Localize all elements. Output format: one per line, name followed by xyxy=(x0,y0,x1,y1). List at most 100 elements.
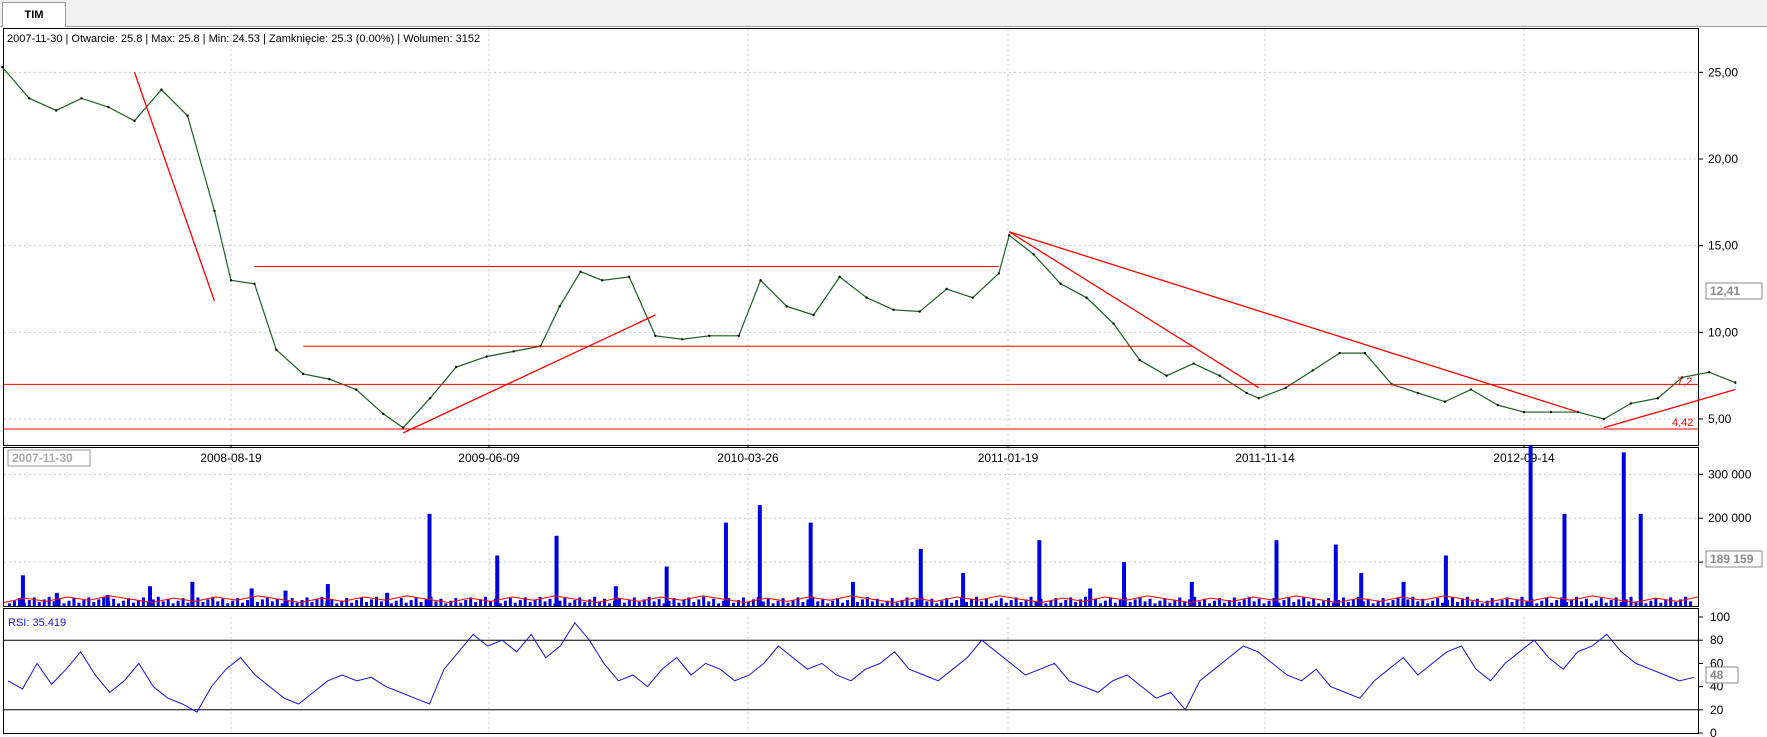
volume-bar xyxy=(459,602,463,606)
info-line: 2007-11-30 | Otwarcie: 25.8 | Max: 25.8 … xyxy=(7,33,480,45)
volume-bar xyxy=(270,601,274,606)
volume-bar xyxy=(1307,601,1311,606)
volume-bar xyxy=(300,600,304,606)
volume-bar xyxy=(652,601,656,606)
price-y-tick-label: 5,00 xyxy=(1708,412,1732,426)
volume-bar xyxy=(712,598,716,606)
rsi-title: RSI: 35.419 xyxy=(8,617,66,629)
volume-bar xyxy=(87,597,91,606)
price-panel-frame xyxy=(3,28,1699,446)
volume-bar xyxy=(568,602,572,606)
price-point xyxy=(997,272,1001,275)
volume-bar xyxy=(283,590,288,606)
volume-bar xyxy=(1515,599,1519,606)
volume-bar xyxy=(1168,602,1172,606)
volume-bar xyxy=(1282,600,1286,606)
volume-bar xyxy=(350,602,354,606)
volume-bar xyxy=(1480,603,1484,606)
price-point xyxy=(455,365,458,369)
volume-bar xyxy=(613,586,618,606)
volume-bar xyxy=(97,599,101,606)
volume-bar xyxy=(315,599,319,606)
price-point xyxy=(1059,282,1062,285)
volume-bar xyxy=(538,596,542,606)
volume-bar xyxy=(72,598,76,606)
volume-bar xyxy=(1406,599,1410,606)
volume-bar xyxy=(1638,513,1643,606)
volume-bar xyxy=(984,598,988,606)
volume-bar xyxy=(664,566,669,606)
volume-bar xyxy=(1525,601,1529,606)
volume-bar xyxy=(255,602,259,606)
volume-bar xyxy=(236,598,240,606)
volume-bar xyxy=(484,596,488,606)
volume-bar xyxy=(1059,602,1063,606)
volume-bar xyxy=(915,599,919,606)
rsi-y-tick-label: 80 xyxy=(1710,633,1724,647)
volume-bar xyxy=(1297,599,1301,606)
volume-bar xyxy=(1443,555,1448,606)
volume-bar xyxy=(419,602,423,606)
rsi-panel-frame xyxy=(3,608,1699,734)
volume-bar xyxy=(831,600,835,606)
price-point xyxy=(401,426,405,429)
volume-bar xyxy=(1093,598,1097,606)
volume-bar xyxy=(632,597,636,606)
chart-canvas[interactable]: 2007-11-30 | Otwarcie: 25.8 | Max: 25.8 … xyxy=(0,27,1767,737)
price-point xyxy=(681,338,684,341)
volume-bar xyxy=(528,602,532,606)
price-y-tick-label: 15,00 xyxy=(1708,239,1738,253)
volume-bar xyxy=(761,601,765,606)
volume-bar xyxy=(563,598,567,606)
cursor-date-label: 2007-11-30 xyxy=(12,451,73,465)
volume-bar xyxy=(360,597,364,606)
price-point xyxy=(1602,417,1606,421)
volume-bar xyxy=(1589,603,1593,606)
volume-bar xyxy=(1004,602,1008,606)
volume-bar xyxy=(994,600,998,606)
volume-bar xyxy=(444,603,448,606)
price-point xyxy=(1443,400,1447,403)
volume-bar xyxy=(1475,598,1479,606)
volume-bar xyxy=(404,602,408,606)
price-point xyxy=(253,282,256,285)
volume-bar xyxy=(1333,544,1338,606)
tab-bar: TIM xyxy=(0,0,1767,27)
volume-bar xyxy=(20,575,25,606)
tab-tim[interactable]: TIM xyxy=(2,2,66,27)
volume-bar xyxy=(190,581,195,606)
volume-bar xyxy=(1659,602,1663,606)
volume-bar xyxy=(1614,597,1618,606)
volume-bar xyxy=(940,600,944,606)
volume-bar xyxy=(295,602,299,606)
volume-bar xyxy=(62,603,66,606)
volume-bar xyxy=(1317,603,1321,606)
volume-bar xyxy=(117,603,121,606)
price-point xyxy=(229,279,233,282)
price-point xyxy=(512,350,515,353)
volume-bar xyxy=(280,603,284,606)
volume-bar xyxy=(1274,540,1279,606)
price-point xyxy=(428,397,432,400)
volume-bar xyxy=(495,555,500,606)
volume-bar xyxy=(1562,513,1567,606)
volume-bar xyxy=(637,602,641,606)
volume-bar xyxy=(1019,602,1023,606)
volume-bar xyxy=(1098,603,1102,606)
volume-bar xyxy=(1555,600,1559,606)
volume-bar xyxy=(1292,602,1296,606)
volume-bar xyxy=(677,602,681,606)
volume-bar xyxy=(543,601,547,606)
volume-bar xyxy=(578,597,582,606)
volume-bar xyxy=(176,600,180,606)
volume-bar xyxy=(1178,597,1182,606)
volume-bar xyxy=(816,601,820,606)
price-point xyxy=(1085,296,1088,299)
volume-bar xyxy=(965,602,969,606)
volume-bar xyxy=(1037,540,1042,606)
volume-bar xyxy=(1684,596,1688,606)
volume-bar xyxy=(1143,601,1147,606)
volume-bar xyxy=(355,600,359,606)
price-point xyxy=(80,97,83,100)
volume-bar xyxy=(1173,600,1177,606)
